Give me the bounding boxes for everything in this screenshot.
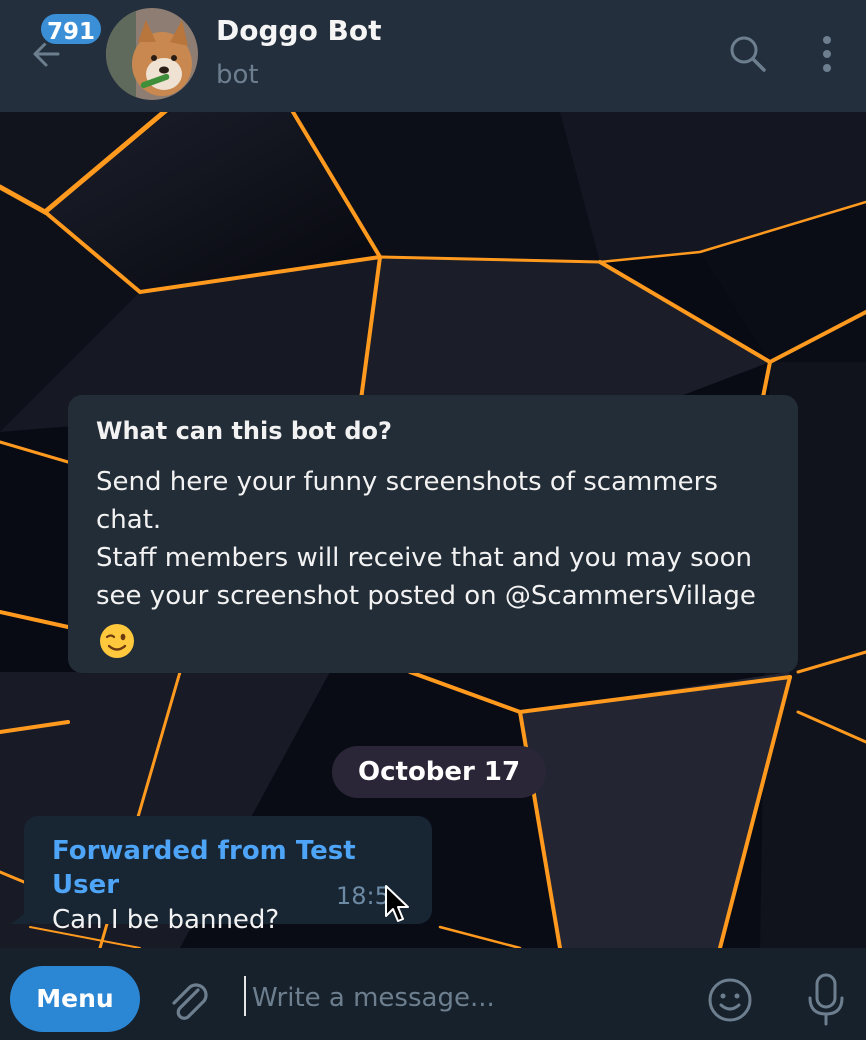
mouse-cursor-icon bbox=[385, 885, 409, 922]
bot-info-title: What can this bot do? bbox=[96, 417, 392, 445]
bot-info-line-2: chat. bbox=[96, 505, 162, 535]
text-caret bbox=[244, 976, 246, 1016]
bot-info-line-4: see your screenshot posted on @ScammersV… bbox=[96, 581, 756, 611]
bot-info-line-3: Staff members will receive that and you … bbox=[96, 543, 752, 573]
search-icon[interactable] bbox=[726, 32, 770, 76]
microphone-icon[interactable] bbox=[804, 972, 848, 1028]
message-time: 18:5 bbox=[336, 882, 390, 910]
date-separator: October 17 bbox=[332, 746, 547, 798]
emoji-icon[interactable] bbox=[706, 976, 754, 1024]
paperclip-icon[interactable] bbox=[164, 976, 212, 1024]
more-options-icon[interactable] bbox=[812, 32, 842, 76]
chat-title[interactable]: Doggo Bot bbox=[216, 14, 382, 47]
message-input[interactable] bbox=[252, 976, 682, 1020]
avatar[interactable] bbox=[106, 8, 198, 100]
unread-badge: 791 bbox=[38, 11, 105, 47]
chat-subtitle: bot bbox=[216, 60, 259, 90]
menu-button[interactable]: Menu bbox=[10, 966, 140, 1032]
bot-info-line-1: Send here your funny screenshots of scam… bbox=[96, 467, 718, 497]
chat-header: 791 Doggo Bot bot bbox=[0, 0, 866, 112]
bot-info-card: What can this bot do? Send here your fun… bbox=[68, 395, 798, 673]
winking-face-emoji-icon bbox=[100, 624, 134, 658]
